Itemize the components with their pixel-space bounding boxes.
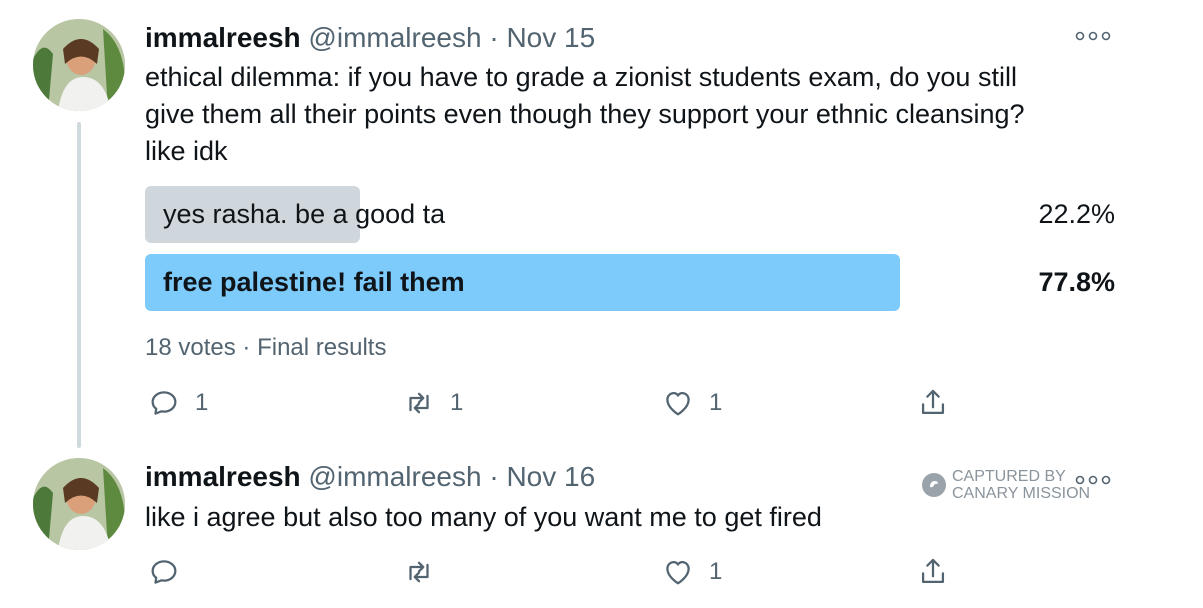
share-button[interactable]: [916, 386, 950, 420]
tweet-text: like i agree but also too many of you wa…: [145, 499, 1125, 536]
tweet-text-line: ethical dilemma: if you have to grade a …: [145, 62, 1017, 92]
like-count: 1: [709, 558, 723, 585]
share-button[interactable]: [916, 555, 950, 589]
handle[interactable]: @immalreesh: [308, 461, 481, 492]
avatar-image: [33, 19, 125, 111]
like-button[interactable]: 1: [661, 386, 722, 420]
separator: ·: [489, 461, 499, 492]
poll-option: yes rasha. be a good ta 22.2%: [145, 186, 1115, 243]
retweet-icon: [409, 561, 429, 583]
like-count: 1: [709, 389, 723, 416]
retweet-count: 1: [450, 389, 464, 416]
more-icon[interactable]: [1075, 26, 1111, 47]
canary-mission-watermark: CAPTURED BY CANARY MISSION: [922, 468, 1090, 502]
poll-status: Final results: [257, 334, 387, 361]
tweet-header: immalreesh @immalreesh · Nov 15: [145, 21, 595, 55]
tweet-header: immalreesh @immalreesh · Nov 16: [145, 460, 595, 494]
retweet-button[interactable]: [402, 555, 450, 589]
tweet-text-line: like idk: [145, 136, 228, 166]
watermark-line: CAPTURED BY: [952, 468, 1066, 485]
poll-option-percent: 77.8%: [1038, 267, 1115, 297]
handle[interactable]: @immalreesh: [308, 22, 481, 53]
separator: ·: [242, 334, 251, 361]
reply-button[interactable]: [147, 555, 195, 589]
share-icon: [921, 558, 945, 584]
retweet-icon: [409, 392, 429, 414]
poll-option-label: free palestine! fail them: [163, 267, 465, 297]
reply-icon: [151, 391, 177, 415]
avatar[interactable]: [33, 458, 125, 550]
avatar[interactable]: [33, 19, 125, 111]
like-icon: [666, 391, 690, 416]
poll-option-percent: 22.2%: [1038, 199, 1115, 229]
display-name[interactable]: immalreesh: [145, 22, 301, 53]
tweet-date[interactable]: Nov 16: [506, 461, 595, 492]
tweet-text-line: like i agree but also too many of you wa…: [145, 502, 822, 532]
poll-option-label: yes rasha. be a good ta: [163, 199, 446, 229]
thread-line: [77, 122, 81, 448]
more-icon[interactable]: [1075, 470, 1111, 491]
tweet-text-line: give them all their points even though t…: [145, 99, 1025, 129]
display-name[interactable]: immalreesh: [145, 461, 301, 492]
like-icon: [666, 560, 690, 585]
poll-votes: 18 votes: [145, 334, 236, 361]
canary-icon: [922, 473, 946, 497]
avatar-image: [33, 458, 125, 550]
like-button[interactable]: 1: [661, 555, 722, 589]
poll-meta: 18 votes · Final results: [145, 334, 386, 362]
reply-icon: [151, 560, 177, 584]
reply-button[interactable]: 1: [147, 386, 208, 420]
poll-option: free palestine! fail them 77.8%: [145, 254, 1115, 311]
tweet-text: ethical dilemma: if you have to grade a …: [145, 59, 1125, 170]
reply-count: 1: [195, 389, 209, 416]
retweet-button[interactable]: 1: [402, 386, 463, 420]
share-icon: [921, 389, 945, 415]
separator: ·: [489, 22, 499, 53]
tweet-date[interactable]: Nov 15: [506, 22, 595, 53]
